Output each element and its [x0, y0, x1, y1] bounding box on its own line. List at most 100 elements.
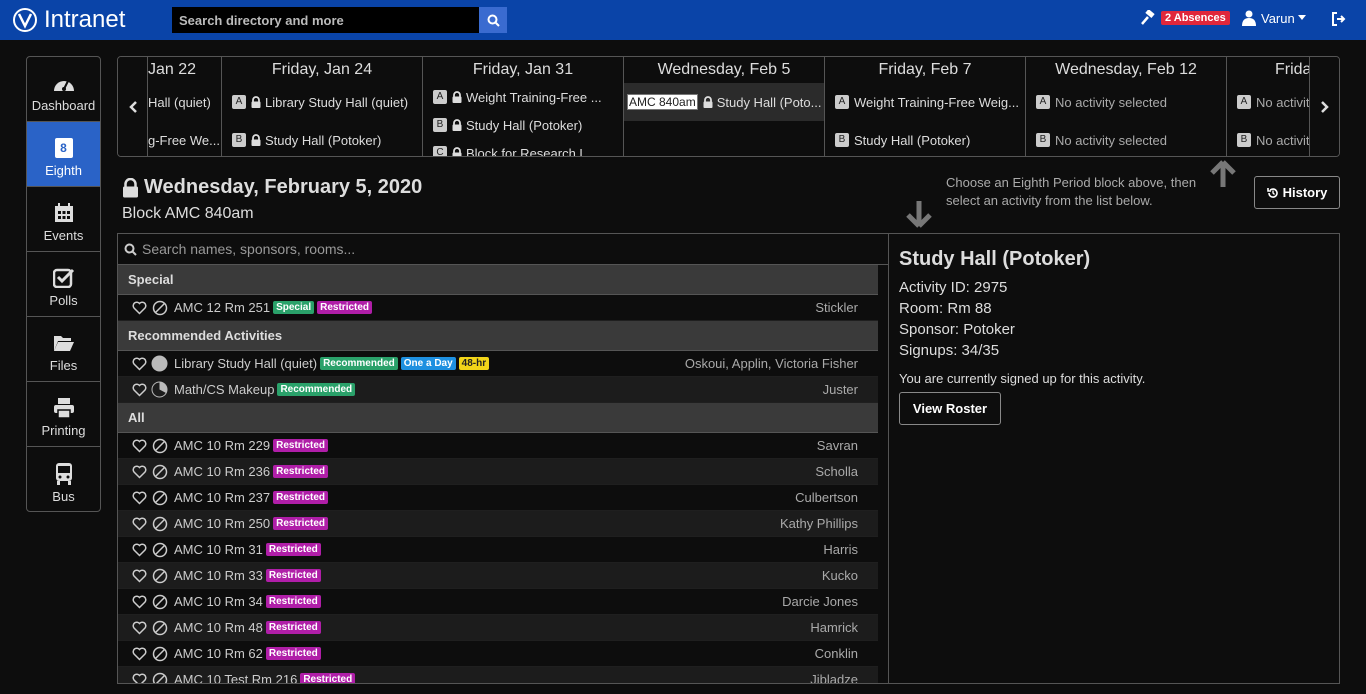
activity-row[interactable]: AMC 10 Test Rm 216 Restricted Jibladze [118, 667, 878, 683]
heart-icon [132, 672, 147, 683]
day-friday-next: Friday A No activity B No activity [1227, 57, 1311, 156]
activity-row[interactable]: AMC 10 Rm 250 Restricted Kathy Phillips [118, 511, 878, 537]
prev-blocks-button[interactable] [118, 57, 148, 156]
chevron-right-icon [1320, 100, 1329, 113]
block-text: No activity selected [1055, 94, 1167, 110]
activity-search-input[interactable] [142, 241, 842, 257]
nav-printing[interactable]: Printing [27, 382, 100, 447]
favorite-button[interactable] [131, 437, 148, 454]
activity-name: AMC 10 Rm 33 [174, 568, 263, 583]
nav-events[interactable]: Events [27, 187, 100, 252]
printer-icon [53, 398, 74, 418]
activity-row[interactable]: AMC 10 Rm 31 Restricted Harris [118, 537, 878, 563]
intranet-logo[interactable]: Intranet [12, 4, 125, 36]
favorite-button[interactable] [131, 515, 148, 532]
block-item[interactable]: Hall (quiet) [148, 83, 221, 121]
arrow-up-icon [1210, 160, 1236, 187]
nav-dashboard[interactable]: Dashboard [27, 57, 100, 122]
activity-row[interactable]: AMC 10 Rm 237 Restricted Culbertson [118, 485, 878, 511]
activity-detail-panel: Study Hall (Potoker) Activity ID: 2975 R… [888, 233, 1340, 684]
block-item[interactable]: B No activity [1227, 121, 1311, 156]
view-roster-button[interactable]: View Roster [899, 392, 1001, 425]
absences-badge: 2 Absences [1161, 11, 1230, 25]
block-item[interactable]: A No activity [1227, 83, 1311, 121]
favorite-button[interactable] [131, 355, 148, 372]
nav-polls[interactable]: Polls [27, 252, 100, 317]
block-item[interactable]: B Study Hall (Potoker) [423, 111, 623, 139]
user-icon [1242, 10, 1256, 26]
favorite-button[interactable] [131, 299, 148, 316]
activity-row[interactable]: AMC 10 Rm 33 Restricted Kucko [118, 563, 878, 589]
sign-out-icon [1332, 12, 1346, 26]
logout-button[interactable] [1332, 12, 1346, 29]
activity-row[interactable]: Math/CS Makeup Recommended Juster [118, 377, 878, 403]
favorite-button[interactable] [131, 619, 148, 636]
day-jan-22: Jan 22 Hall (quiet) g-Free We... [148, 57, 222, 156]
nav-label: Polls [49, 293, 78, 308]
block-item[interactable]: A No activity selected [1026, 83, 1226, 121]
block-item-selected[interactable]: AMC 840am Study Hall (Poto... [624, 83, 824, 121]
eighth-icon: 8 [54, 138, 73, 158]
block-item[interactable]: B No activity selected [1026, 121, 1226, 156]
block-item[interactable]: B Study Hall (Potoker) [825, 121, 1025, 156]
activity-row[interactable]: AMC 10 Rm 236 Restricted Scholla [118, 459, 878, 485]
activity-name: AMC 10 Rm 31 [174, 542, 263, 557]
recommended-tag: Recommended [320, 357, 398, 370]
favorite-button[interactable] [131, 671, 148, 683]
block-text: Hall (quiet) [148, 94, 211, 110]
favorite-button[interactable] [131, 541, 148, 558]
absences-link[interactable]: 2 Absences [1141, 10, 1230, 26]
capacity-status [151, 567, 168, 584]
favorite-button[interactable] [131, 645, 148, 662]
activity-row[interactable]: AMC 10 Rm 34 Restricted Darcie Jones [118, 589, 878, 615]
day-feb-7: Friday, Feb 7 A Weight Training-Free Weig… [825, 57, 1026, 156]
section-header: Recommended Activities [118, 321, 878, 351]
blocked-icon [152, 646, 167, 661]
restricted-tag: Restricted [265, 543, 321, 556]
activity-list: Special AMC 12 Rm 251 Special Restricted Sti… [118, 265, 888, 683]
activity-row[interactable]: Library Study Hall (quiet) Recommended One… [118, 351, 878, 377]
activity-sponsor: Culbertson [795, 490, 858, 505]
favorite-button[interactable] [131, 489, 148, 506]
activity-row[interactable]: AMC 10 Rm 62 Restricted Conklin [118, 641, 878, 667]
activity-row[interactable]: AMC 12 Rm 251 Special Restricted Stickler [118, 295, 878, 321]
blocked-icon [152, 464, 167, 479]
user-menu[interactable]: Varun [1242, 10, 1306, 26]
capacity-status [151, 515, 168, 532]
nav-files[interactable]: Files [27, 317, 100, 382]
block-item[interactable]: B Study Hall (Potoker) [222, 121, 422, 156]
restricted-tag: Restricted [317, 301, 373, 314]
bus-icon [55, 463, 72, 485]
caret-down-icon [1297, 15, 1306, 20]
activity-row[interactable]: AMC 10 Rm 229 Restricted Savran [118, 433, 878, 459]
nav-eighth[interactable]: 8 Eighth [27, 122, 100, 187]
search-input[interactable] [172, 7, 479, 33]
next-blocks-button[interactable] [1309, 57, 1339, 156]
block-item[interactable]: g-Free We... [148, 121, 221, 156]
block-item[interactable]: A Weight Training-Free Weig... [825, 83, 1025, 121]
block-item[interactable]: A Library Study Hall (quiet) [222, 83, 422, 121]
favorite-button[interactable] [131, 567, 148, 584]
block-item[interactable]: C Block for Research L... [423, 139, 623, 156]
nav-label: Printing [41, 423, 86, 438]
activity-sponsor: Scholla [815, 464, 858, 479]
block-text: No activity selected [1055, 132, 1167, 148]
search-button[interactable] [479, 7, 507, 33]
activity-row[interactable]: AMC 10 Rm 48 Restricted Hamrick [118, 615, 878, 641]
lock-icon [452, 91, 462, 103]
block-item[interactable]: A Weight Training-Free ... [423, 83, 623, 111]
restricted-tag: Restricted [265, 621, 321, 634]
special-tag: Special [273, 301, 315, 314]
activity-sponsor: Conklin [814, 646, 858, 661]
activity-sponsor: Stickler [815, 300, 858, 315]
restricted-tag: Restricted [273, 491, 328, 504]
heart-icon [132, 542, 147, 557]
block-letter: B [1036, 133, 1050, 147]
favorite-button[interactable] [131, 593, 148, 610]
nav-bus[interactable]: Bus [27, 447, 100, 511]
block-text: Study Hall (Potoker) [854, 132, 971, 148]
favorite-button[interactable] [131, 381, 148, 398]
history-button[interactable]: History [1254, 176, 1340, 209]
activity-name: AMC 10 Rm 229 [174, 438, 271, 453]
favorite-button[interactable] [131, 463, 148, 480]
